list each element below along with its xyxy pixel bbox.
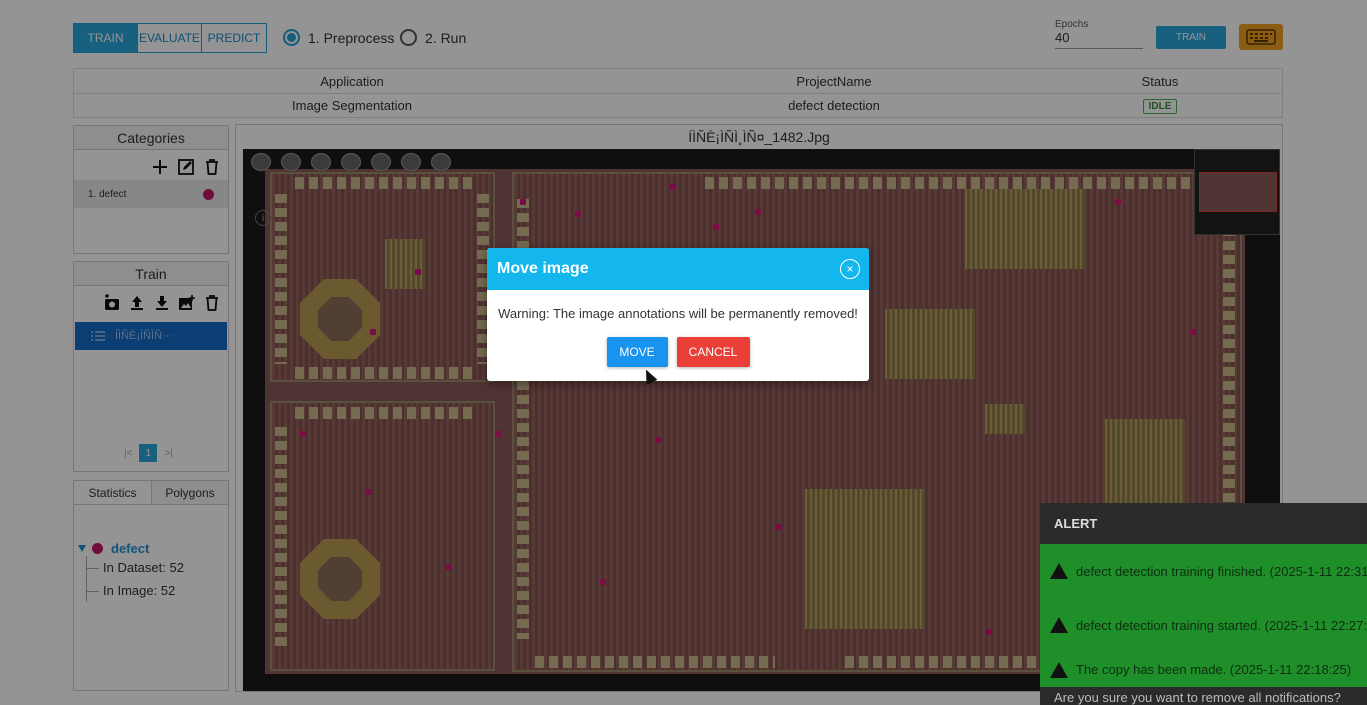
warning-icon (1050, 617, 1068, 633)
alert-text: defect detection training started. (2025… (1076, 617, 1367, 633)
close-icon[interactable]: × (840, 259, 860, 279)
cancel-button[interactable]: CANCEL (676, 337, 750, 367)
alert-item[interactable]: defect detection training finished. (202… (1040, 544, 1367, 598)
alert-panel: ALERT defect detection training finished… (1040, 503, 1367, 705)
alert-list: defect detection training finished. (202… (1040, 544, 1367, 687)
move-image-dialog: Move image × Warning: The image annotati… (487, 248, 869, 381)
dialog-message: Warning: The image annotations will be p… (498, 306, 858, 321)
alert-text: The copy has been made. (2025-1-11 22:18… (1076, 662, 1352, 677)
warning-icon (1050, 563, 1068, 579)
move-button[interactable]: MOVE (606, 337, 668, 367)
alert-item[interactable]: The copy has been made. (2025-1-11 22:18… (1040, 652, 1367, 687)
clear-notifications-prompt[interactable]: Are you sure you want to remove all noti… (1040, 687, 1367, 705)
alert-title: ALERT (1040, 503, 1367, 544)
alert-item[interactable]: defect detection training started. (2025… (1040, 598, 1367, 652)
dialog-title: Move image (497, 260, 589, 277)
warning-icon (1050, 661, 1068, 678)
alert-text: defect detection training finished. (202… (1076, 563, 1367, 579)
